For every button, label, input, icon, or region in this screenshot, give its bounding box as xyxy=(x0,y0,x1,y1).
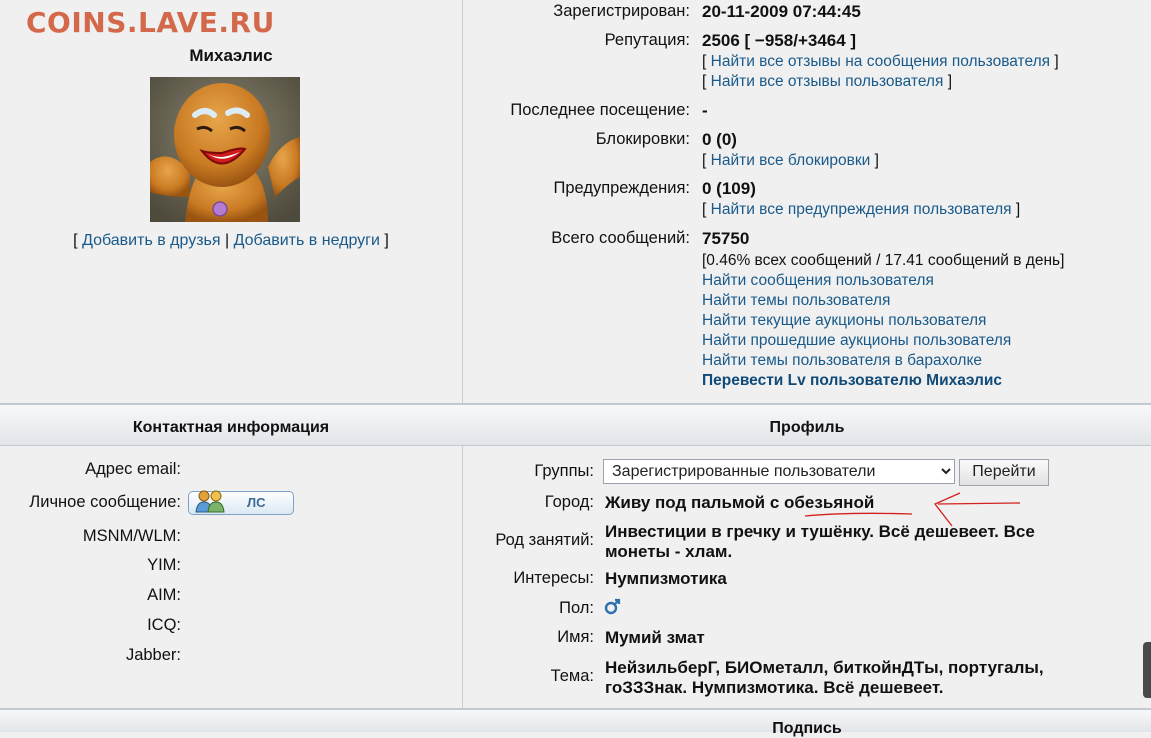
icq-label: ICQ: xyxy=(147,616,181,634)
find-current-auctions-link[interactable]: Найти текущие аукционы пользователя xyxy=(702,312,986,330)
male-icon xyxy=(604,598,621,615)
theme-label: Тема: xyxy=(550,667,594,685)
go-button[interactable]: Перейти xyxy=(959,459,1049,486)
registered-value: 20-11-2009 07:44:45 xyxy=(702,2,861,21)
posts-detail: [0.46% всех сообщений / 17.41 сообщений … xyxy=(702,252,1065,269)
jabber-label: Jabber: xyxy=(125,646,181,664)
last-visit-value: - xyxy=(702,101,708,120)
blocks-value: 0 (0) xyxy=(702,130,737,149)
reputation-link-row-1: [ Найти все отзывы на сообщения пользова… xyxy=(702,53,1059,71)
pm-button-label: ЛС xyxy=(247,495,266,510)
separator: | xyxy=(225,232,230,249)
username: Михаэлис xyxy=(189,46,273,65)
bracket: ] xyxy=(874,152,879,169)
name-label: Имя: xyxy=(557,628,594,646)
signature-section-title: Подпись xyxy=(772,720,842,737)
gingerbread-man-avatar xyxy=(150,77,300,222)
find-user-reviews-link[interactable]: Найти все отзывы пользователя xyxy=(711,73,944,90)
occupation-label: Род занятий: xyxy=(495,531,594,549)
users-icon xyxy=(195,490,225,513)
interests-label: Интересы: xyxy=(513,569,594,587)
msnm-label: MSNM/WLM: xyxy=(82,527,181,545)
bracket: ] xyxy=(947,73,952,90)
find-posts-link[interactable]: Найти сообщения пользователя xyxy=(702,272,934,290)
transfer-lv-link[interactable]: Перевести Lv пользователю Михаэлис xyxy=(702,372,1002,390)
bracket: [ xyxy=(702,152,707,169)
bracket: [ xyxy=(702,73,707,90)
reputation-label: Репутация: xyxy=(604,31,690,49)
bracket: [ xyxy=(702,53,707,70)
signature-section-band: Подпись xyxy=(0,708,1151,737)
find-warnings-link[interactable]: Найти все предупреждения пользователя xyxy=(711,201,1012,218)
friend-actions: [ Добавить в друзья | Добавить в недруги… xyxy=(0,232,462,250)
bracket: ] xyxy=(1015,201,1021,218)
add-friend-link[interactable]: Добавить в друзья xyxy=(82,232,221,249)
registered-label: Зарегистрирован: xyxy=(553,2,690,20)
profile-section-title: Профиль xyxy=(769,419,845,436)
theme-value-line-1: НейзильберГ, БИОметалл, биткойнДТы, порт… xyxy=(605,658,1044,677)
posts-value: 75750 xyxy=(702,229,750,248)
find-topics-link[interactable]: Найти темы пользователя xyxy=(702,292,890,310)
find-post-reviews-link[interactable]: Найти все отзывы на сообщения пользовате… xyxy=(711,53,1050,70)
name-value: Мумий змат xyxy=(605,628,705,647)
section-header-band: Контактная информация Профиль xyxy=(0,403,1151,446)
yim-label: YIM: xyxy=(147,556,181,574)
private-message-button[interactable]: ЛС xyxy=(188,490,294,515)
warnings-value: 0 (109) xyxy=(702,179,756,198)
warnings-link-row: [ Найти все предупреждения пользователя … xyxy=(702,201,1020,219)
find-blocks-link[interactable]: Найти все блокировки xyxy=(711,152,871,169)
blocks-label: Блокировки: xyxy=(595,130,690,148)
email-label: Адрес email: xyxy=(85,460,181,478)
interests-value: Нумпизмотика xyxy=(605,569,727,588)
last-visit-label: Последнее посещение: xyxy=(510,101,690,119)
bracket: ] xyxy=(384,232,389,249)
groups-label: Группы: xyxy=(534,462,594,480)
occupation-value-line-2: монеты - хлам. xyxy=(605,542,733,561)
reputation-value: 2506 [ −958/+3464 ] xyxy=(702,31,857,50)
find-past-auctions-link[interactable]: Найти прошедшие аукционы пользователя xyxy=(702,332,1011,350)
site-watermark: COINS.LAVE.RU xyxy=(26,6,275,39)
find-flea-topics-link[interactable]: Найти темы пользователя в барахолке xyxy=(702,352,982,370)
contact-section-title: Контактная информация xyxy=(132,419,330,436)
occupation-value-line-1: Инвестиции в гречку и тушёнку. Всё дешев… xyxy=(605,522,1035,541)
pm-label: Личное сообщение: xyxy=(29,493,181,511)
bracket: [ xyxy=(73,232,78,249)
city-label: Город: xyxy=(544,493,594,511)
warnings-label: Предупреждения: xyxy=(553,179,690,197)
avatar xyxy=(150,77,300,222)
add-enemy-link[interactable]: Добавить в недруги xyxy=(234,232,380,249)
reputation-link-row-2: [ Найти все отзывы пользователя ] xyxy=(702,73,952,91)
bracket: ] xyxy=(1054,53,1059,70)
posts-label: Всего сообщений: xyxy=(551,229,690,247)
blocks-link-row: [ Найти все блокировки ] xyxy=(702,152,879,170)
theme-value-line-2: гоЗЗЗнак. Нумпизмотика. Всё дешевеет. xyxy=(605,678,944,697)
column-divider xyxy=(462,0,463,710)
gender-label: Пол: xyxy=(559,599,594,617)
bracket: [ xyxy=(702,201,707,218)
groups-select[interactable]: Зарегистрированные пользователи xyxy=(603,459,955,484)
scrollbar-thumb[interactable] xyxy=(1143,642,1151,698)
aim-label: AIM: xyxy=(147,586,181,604)
